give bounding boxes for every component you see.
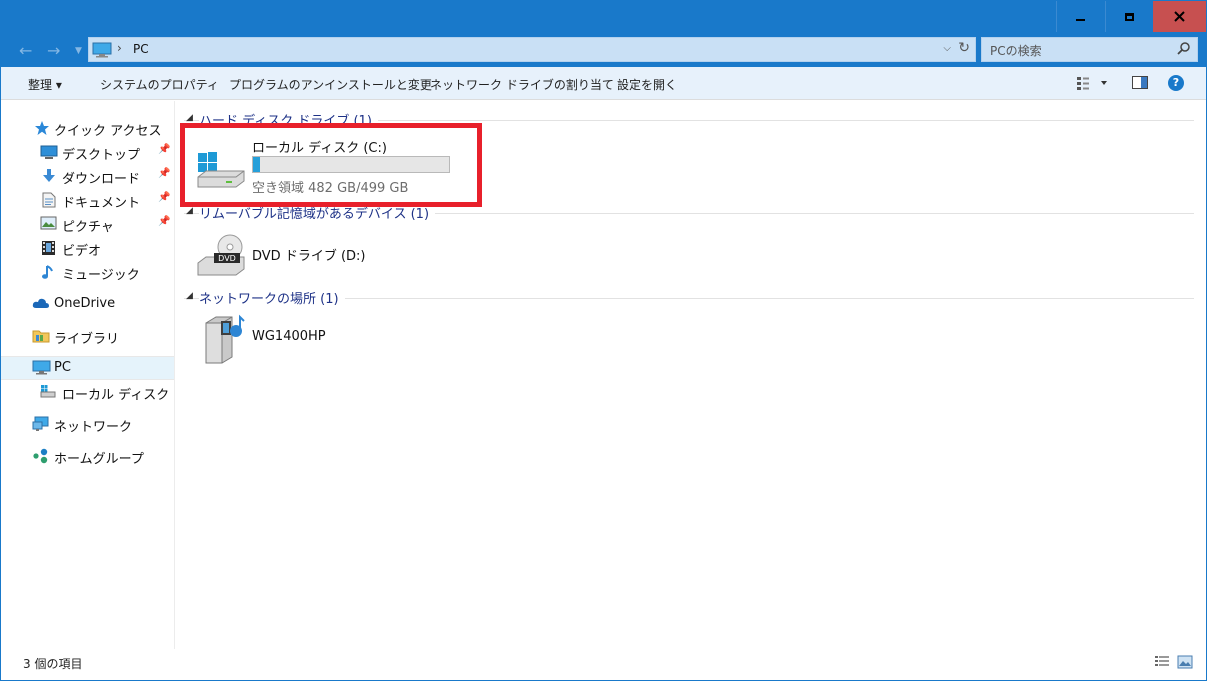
maximize-icon [1125, 12, 1134, 21]
sidebar-item-label: ダウンロード [62, 172, 141, 187]
sidebar-item-homegroup[interactable]: ホームグループ [1, 445, 174, 467]
breadcrumb-separator-icon: › [117, 41, 122, 55]
device-name: WG1400HP [252, 329, 326, 344]
collapse-triangle-icon[interactable]: ◢ [186, 206, 193, 216]
sidebar-item-label: ホームグループ [54, 452, 144, 467]
star-icon [35, 121, 49, 135]
sidebar-item-label: ピクチャ [62, 220, 114, 235]
dvd-badge: DVD [218, 254, 236, 263]
network-device-item[interactable]: WG1400HP [186, 311, 476, 365]
highlight-frame [180, 123, 482, 207]
collapse-triangle-icon[interactable]: ◢ [186, 113, 193, 123]
pin-icon[interactable]: 📌 [158, 144, 170, 155]
video-icon [42, 241, 55, 255]
sidebar-item-downloads[interactable]: ダウンロード 📌 [1, 165, 174, 187]
open-settings-button[interactable]: 設定を開く [617, 76, 677, 93]
drive-name: DVD ドライブ (D:) [252, 249, 366, 264]
minimize-button[interactable] [1056, 1, 1104, 32]
refresh-icon[interactable]: ↻ [958, 40, 970, 56]
sidebar-item-label: ビデオ [62, 244, 102, 259]
sidebar-item-label: ドキュメント [62, 196, 141, 211]
pc-icon [32, 360, 51, 375]
sidebar-item-pictures[interactable]: ピクチャ 📌 [1, 213, 174, 235]
search-box[interactable]: PCの検索 [981, 37, 1198, 62]
close-icon [1174, 11, 1185, 22]
sidebar-item-label: OneDrive [54, 296, 116, 311]
recent-locations-chevron-icon[interactable]: ▼ [75, 46, 82, 56]
group-title: ネットワークの場所 (1) [199, 288, 345, 307]
address-dropdown-icon[interactable]: ⌵ [943, 43, 951, 54]
search-placeholder: PCの検索 [990, 44, 1042, 58]
network-icon [32, 416, 49, 431]
organize-button[interactable]: 整理 ▾ [28, 76, 62, 93]
sidebar-item-label: ミュージック [62, 268, 140, 283]
close-button[interactable] [1153, 1, 1206, 32]
sidebar-item-label: クイック アクセス [54, 124, 162, 139]
collapse-triangle-icon[interactable]: ◢ [186, 291, 193, 301]
pc-icon [92, 42, 112, 58]
pin-icon[interactable]: 📌 [158, 216, 170, 227]
forward-arrow-icon[interactable]: → [47, 41, 60, 60]
desktop-icon [40, 145, 58, 159]
pin-icon[interactable]: 📌 [158, 192, 170, 203]
sidebar-item-onedrive[interactable]: OneDrive [1, 293, 174, 315]
libraries-folder-icon [32, 330, 50, 343]
sidebar-item-videos[interactable]: ビデオ [1, 237, 174, 259]
sidebar-item-label: ローカル ディスク ( [62, 388, 175, 403]
sidebar-item-pc[interactable]: PC [1, 356, 174, 380]
group-header-network-locations[interactable]: ◢ ネットワークの場所 (1) [184, 288, 1194, 307]
back-arrow-icon[interactable]: ← [19, 41, 32, 60]
media-server-icon [205, 314, 245, 364]
navigation-bar: ← → ▼ › PC ⌵ ↻ PCの検索 [1, 33, 1206, 67]
music-icon [42, 265, 53, 279]
sidebar-item-libraries[interactable]: ライブラリ [1, 325, 174, 347]
sidebar-item-network[interactable]: ネットワーク [1, 413, 174, 435]
pictures-icon [40, 216, 57, 230]
dvd-drive-d-item[interactable]: DVD DVD ドライブ (D:) [186, 229, 476, 279]
details-view-icon[interactable] [1154, 655, 1170, 669]
search-icon [1177, 42, 1190, 55]
sidebar-item-music[interactable]: ミュージック [1, 261, 174, 283]
status-bar: 3 個の項目 [1, 649, 1206, 680]
sidebar-item-label: デスクトップ [62, 148, 141, 163]
sidebar-item-label: PC [54, 360, 71, 375]
download-icon [43, 169, 55, 182]
map-network-drive-button[interactable]: ネットワーク ドライブの割り当て [430, 76, 614, 93]
system-properties-button[interactable]: システムのプロパティ [100, 76, 219, 93]
explorer-window: ← → ▼ › PC ⌵ ↻ PCの検索 整理 ▾ システムのプロパティ プログ… [0, 0, 1207, 681]
minimize-icon [1076, 18, 1085, 21]
sidebar-item-quick-access[interactable]: クイック アクセス [1, 117, 174, 139]
sidebar-item-label: ライブラリ [54, 332, 120, 347]
dvd-drive-icon: DVD [197, 234, 245, 276]
navigation-pane: クイック アクセス デスクトップ 📌 ダウンロード 📌 ドキュメント 📌 ピクチ… [1, 101, 175, 649]
address-bar[interactable]: › PC ⌵ ↻ [88, 37, 976, 62]
title-bar [1, 1, 1206, 33]
local-disk-icon [40, 385, 56, 398]
homegroup-icon [33, 448, 48, 464]
help-button[interactable]: ? [1168, 75, 1184, 91]
breadcrumb-pc[interactable]: PC [133, 42, 149, 56]
sidebar-item-documents[interactable]: ドキュメント 📌 [1, 189, 174, 211]
preview-pane-icon[interactable] [1132, 76, 1148, 90]
organize-label: 整理 [28, 78, 53, 92]
sidebar-item-local-disk[interactable]: ローカル ディスク ( [1, 381, 174, 403]
sidebar-item-desktop[interactable]: デスクトップ 📌 [1, 141, 174, 163]
uninstall-program-button[interactable]: プログラムのアンインストールと変更 [229, 76, 432, 93]
document-icon [42, 192, 56, 208]
command-bar: 整理 ▾ システムのプロパティ プログラムのアンインストールと変更 ネットワーク… [1, 67, 1206, 100]
item-count: 3 個の項目 [23, 657, 83, 671]
onedrive-cloud-icon [32, 298, 49, 308]
pin-icon[interactable]: 📌 [158, 168, 170, 179]
sidebar-item-label: ネットワーク [54, 420, 133, 435]
large-icons-view-icon[interactable] [1177, 655, 1193, 669]
maximize-button[interactable] [1105, 1, 1153, 32]
view-options-icon[interactable] [1076, 76, 1108, 90]
